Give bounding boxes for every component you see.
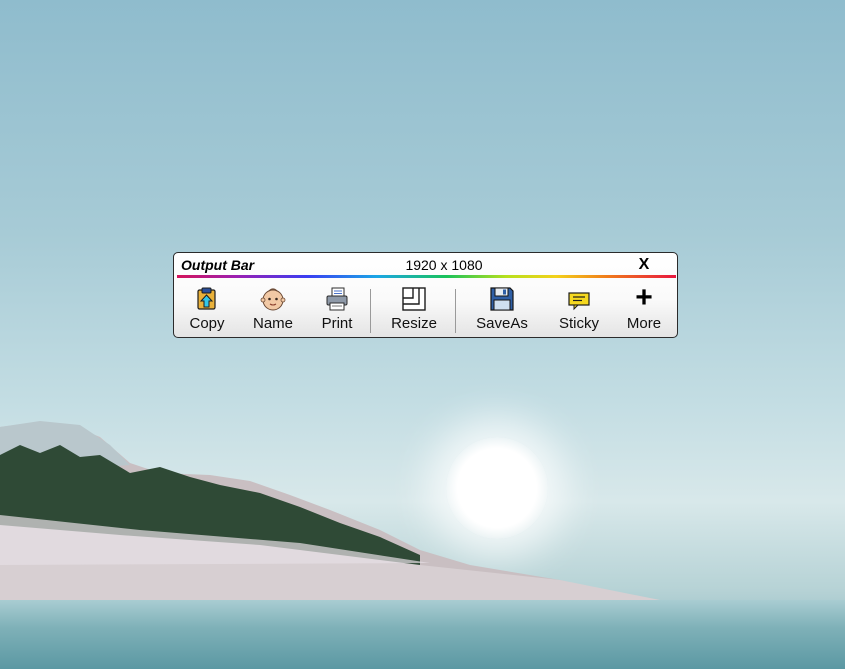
resize-label: Resize bbox=[391, 315, 437, 332]
output-bar: Output Bar 1920 x 1080 X Copy Name Print… bbox=[173, 252, 678, 338]
copy-label: Copy bbox=[189, 315, 225, 332]
sea bbox=[0, 600, 845, 669]
print-button[interactable]: Print bbox=[314, 286, 360, 334]
clipboard-copy-icon bbox=[197, 287, 216, 310]
resolution-readout: 1920 x 1080 bbox=[405, 257, 483, 273]
more-label: More bbox=[626, 315, 662, 332]
close-button[interactable]: X bbox=[632, 256, 656, 274]
toolbar-separator bbox=[370, 289, 371, 333]
floppy-disk-icon bbox=[490, 287, 514, 311]
island-landscape bbox=[0, 421, 845, 615]
more-button[interactable]: + More bbox=[620, 281, 668, 334]
resize-squares-icon bbox=[402, 287, 426, 311]
output-bar-title: Output Bar bbox=[181, 257, 255, 273]
baby-face-icon bbox=[260, 288, 286, 311]
sticky-note-icon bbox=[568, 292, 590, 311]
copy-button[interactable]: Copy bbox=[182, 286, 232, 334]
name-label: Name bbox=[252, 315, 293, 332]
saveas-button[interactable]: SaveAs bbox=[470, 286, 534, 334]
name-button[interactable]: Name bbox=[247, 286, 299, 334]
resize-button[interactable]: Resize bbox=[384, 286, 444, 334]
toolbar-separator bbox=[455, 289, 456, 333]
printer-icon bbox=[326, 287, 348, 311]
print-label: Print bbox=[321, 315, 353, 332]
desktop-wallpaper: Output Bar 1920 x 1080 X Copy Name Print… bbox=[0, 0, 845, 669]
saveas-label: SaveAs bbox=[476, 315, 528, 332]
rainbow-divider bbox=[177, 275, 676, 278]
sticky-button[interactable]: Sticky bbox=[552, 286, 606, 334]
plus-icon: + bbox=[635, 281, 653, 314]
sticky-label: Sticky bbox=[558, 315, 599, 332]
